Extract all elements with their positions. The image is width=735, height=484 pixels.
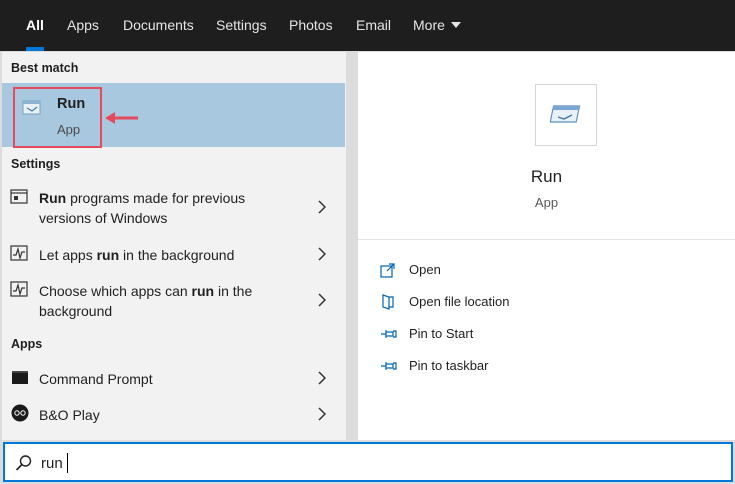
tab-photos[interactable]: Photos [289,0,333,51]
app-result-bo-play[interactable]: B&O Play [0,402,344,428]
terminal-icon [12,371,28,389]
section-settings: Settings [11,157,61,171]
settings-result-background-apps[interactable]: Let apps run in the background [0,242,344,268]
app-result-command-prompt[interactable]: Command Prompt [0,366,344,392]
chevron-right-icon [318,200,327,219]
open-icon [380,262,396,283]
chevron-right-icon [318,371,327,390]
action-pin-to-start[interactable]: Pin to Start [380,325,520,345]
chevron-down-icon [450,22,461,29]
tab-email[interactable]: Email [356,0,391,51]
preview-title: Run [530,167,563,186]
tab-apps[interactable]: Apps [67,0,99,51]
search-box[interactable] [3,442,733,482]
preview-divider [358,239,735,240]
bo-play-icon [11,404,29,427]
chevron-right-icon [318,407,327,426]
tab-documents[interactable]: Documents [123,0,194,51]
chevron-right-icon [318,293,327,312]
chevron-right-icon [318,247,327,266]
tab-more[interactable]: More [413,0,461,51]
action-open-file-location[interactable]: Open file location [380,293,540,313]
run-app-icon [549,104,582,131]
compat-window-icon [10,189,28,210]
pin-icon [380,326,398,347]
settings-result-run-programs[interactable]: Run programs made for previous versions … [0,186,344,232]
activity-icon [10,281,28,302]
preview-app-tile [535,84,597,146]
highlight-box [13,87,102,148]
action-open[interactable]: Open [380,261,500,281]
search-scope-tabs: All Apps Documents Settings Photos Email… [0,0,735,51]
preview-subtitle: App [534,195,559,210]
section-apps: Apps [11,337,43,351]
settings-result-choose-background-apps[interactable]: Choose which apps can run in the backgro… [0,278,344,324]
search-input[interactable] [41,452,641,474]
action-pin-to-taskbar[interactable]: Pin to taskbar [380,357,520,377]
arrow-left-icon [104,111,140,130]
tab-all[interactable]: All [26,0,44,51]
text-cursor [67,453,68,473]
tab-settings[interactable]: Settings [216,0,267,51]
pin-icon [380,358,398,379]
activity-icon [10,245,28,266]
file-location-icon [380,294,396,315]
search-icon [15,454,33,477]
section-best-match: Best match [11,61,79,75]
